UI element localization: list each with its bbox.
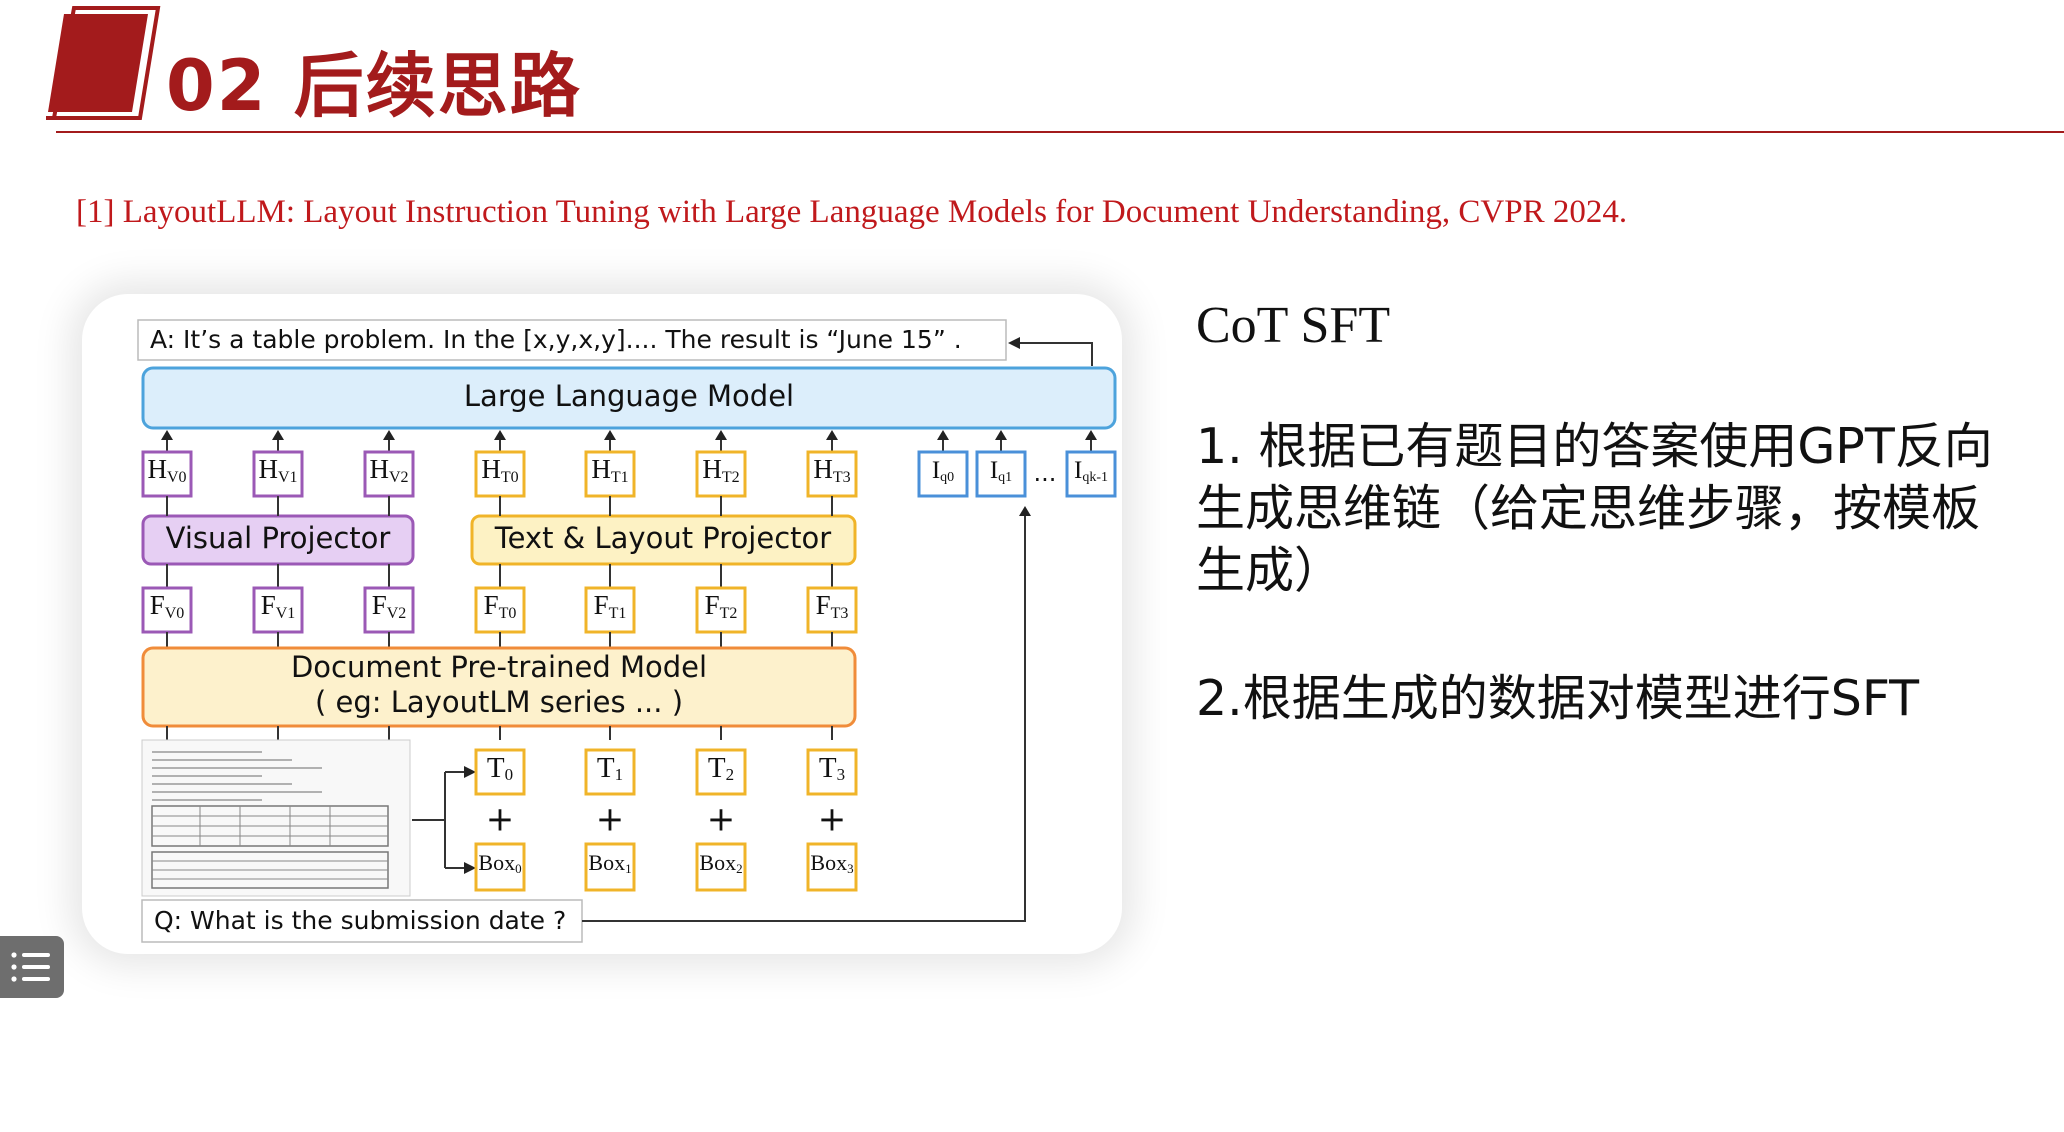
llm-label: Large Language Model: [464, 379, 794, 413]
hv-arrow-head: [383, 430, 395, 440]
plus-sign: +: [818, 800, 847, 840]
feedback-arrow-line: [1020, 342, 1093, 366]
plus-sign: +: [707, 800, 736, 840]
notes-step-2: 2.根据生成的数据对模型进行SFT: [1196, 670, 1920, 727]
branch-box-head: [464, 862, 476, 874]
plus-sign: +: [596, 800, 625, 840]
doc-model-label-1: Document Pre-trained Model: [291, 650, 707, 684]
hv-arrow-head: [272, 430, 284, 440]
branch-t-head: [464, 766, 476, 778]
plus-sign: +: [486, 800, 515, 840]
answer-text: A: It’s a table problem. In the [x,y,x,y…: [150, 325, 962, 354]
iq-arrow-head: [1085, 430, 1097, 440]
text-layout-projector-label: Text & Layout Projector: [494, 521, 831, 555]
slide-menu-button[interactable]: [0, 936, 64, 998]
ht-arrow-head: [494, 430, 506, 440]
document-thumbnail-image: [141, 739, 411, 897]
notes-step-1: 1. 根据已有题目的答案使用GPT反向生成思维链（给定思维步骤，按模板生成）: [1196, 418, 1993, 599]
thumbnail-frame: [141, 739, 411, 897]
iq-arrow-head: [937, 430, 949, 440]
list-menu-icon: [11, 952, 50, 982]
notes-heading: CoT SFT: [1196, 297, 1391, 354]
ht-arrow-head: [715, 430, 727, 440]
iq-arrow-head: [995, 430, 1007, 440]
question-text: Q: What is the submission date ?: [154, 906, 566, 935]
feedback-arrow-head: [1008, 337, 1020, 349]
notes-panel: CoT SFT 1. 根据已有题目的答案使用GPT反向生成思维链（给定思维步骤，…: [1196, 290, 2016, 730]
visual-projector-label: Visual Projector: [166, 521, 391, 555]
question-arrow-head: [1019, 506, 1031, 516]
ht-arrow-head: [826, 430, 838, 440]
iq-ellipsis: ...: [1034, 459, 1057, 487]
hv-arrow-head: [161, 430, 173, 440]
doc-model-label-2: ( eg: LayoutLM series ... ): [315, 685, 683, 719]
ht-arrow-head: [604, 430, 616, 440]
